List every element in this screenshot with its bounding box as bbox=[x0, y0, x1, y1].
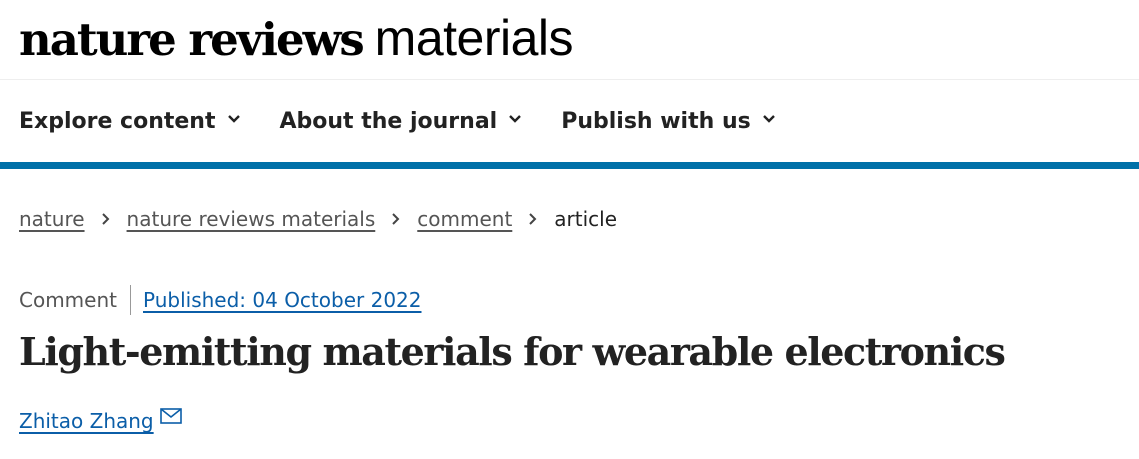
breadcrumb-nature[interactable]: nature bbox=[19, 207, 85, 231]
chevron-right-icon bbox=[101, 213, 109, 225]
breadcrumb: nature nature reviews materials comment … bbox=[0, 207, 1139, 231]
chevron-right-icon bbox=[392, 213, 400, 225]
nav-about-journal[interactable]: About the journal bbox=[280, 109, 524, 134]
nav-explore-content[interactable]: Explore content bbox=[19, 109, 242, 134]
nav-item-label: About the journal bbox=[279, 108, 498, 134]
breadcrumb-comment[interactable]: comment bbox=[417, 207, 512, 231]
author-link[interactable]: Zhitao Zhang bbox=[19, 409, 154, 433]
nav-accent-bar bbox=[0, 162, 1139, 169]
breadcrumb-current: article bbox=[554, 207, 618, 231]
published-date-link[interactable]: Published: 04 October 2022 bbox=[143, 288, 422, 312]
masthead: nature reviews materials bbox=[0, 0, 1139, 80]
breadcrumb-nature-reviews-materials[interactable]: nature reviews materials bbox=[127, 207, 376, 231]
author-list: Zhitao Zhang bbox=[0, 408, 1139, 433]
logo-light-text: materials bbox=[374, 9, 574, 66]
chevron-down-icon bbox=[227, 115, 240, 123]
nav-item-label: Publish with us bbox=[561, 108, 751, 134]
nav-item-label: Explore content bbox=[19, 108, 216, 134]
nav-publish-with-us[interactable]: Publish with us bbox=[561, 109, 777, 134]
chevron-down-icon bbox=[762, 115, 775, 123]
main-nav: Explore content About the journal Publis… bbox=[0, 80, 1139, 162]
article-meta: Comment Published: 04 October 2022 bbox=[0, 285, 1139, 315]
logo-bold-text: nature reviews bbox=[19, 12, 365, 66]
chevron-right-icon bbox=[529, 213, 537, 225]
article-title: Light-emitting materials for wearable el… bbox=[19, 329, 1006, 374]
site-logo[interactable]: nature reviews materials bbox=[19, 9, 574, 67]
chevron-down-icon bbox=[509, 115, 522, 123]
page: nature reviews materials Explore content… bbox=[0, 0, 1139, 459]
mail-icon[interactable] bbox=[159, 408, 182, 424]
article-type: Comment bbox=[19, 285, 131, 315]
